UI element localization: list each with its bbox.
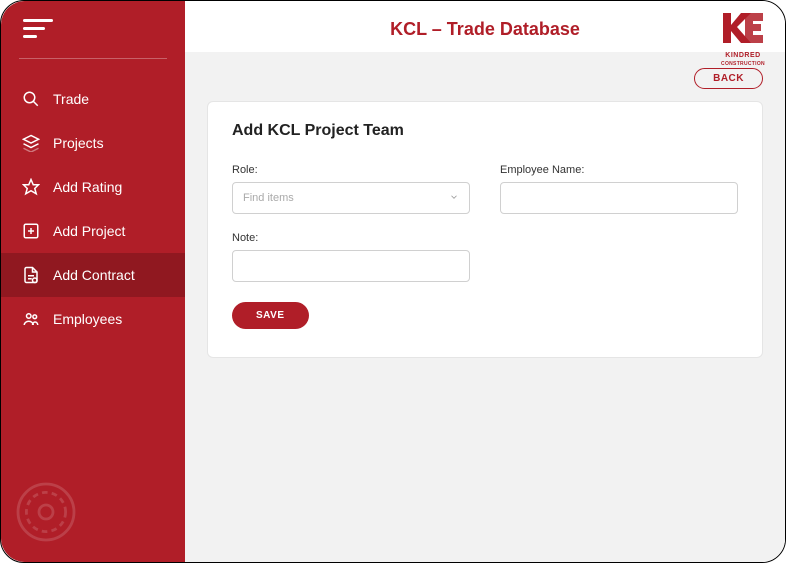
back-row: BACK bbox=[207, 68, 763, 89]
form-card: Add KCL Project Team Role: Find items Em… bbox=[207, 101, 763, 358]
app-container: Trade Projects Add Rating Add Project bbox=[0, 0, 786, 563]
sidebar-divider bbox=[19, 58, 167, 59]
note-input[interactable] bbox=[232, 250, 470, 282]
header: KCL – Trade Database KINDRED CONSTRUCTIO… bbox=[185, 1, 785, 52]
page-title: KCL – Trade Database bbox=[390, 19, 580, 40]
people-icon bbox=[21, 309, 41, 329]
card-title: Add KCL Project Team bbox=[232, 122, 738, 140]
field-role: Role: Find items bbox=[232, 164, 470, 214]
employee-name-label: Employee Name: bbox=[500, 164, 738, 176]
menu-toggle-button[interactable] bbox=[1, 1, 185, 50]
employee-name-input[interactable] bbox=[500, 182, 738, 214]
form-grid: Role: Find items Employee Name: bbox=[232, 164, 738, 282]
sidebar-item-add-rating[interactable]: Add Rating bbox=[1, 165, 185, 209]
note-label: Note: bbox=[232, 232, 470, 244]
sidebar-item-trade[interactable]: Trade bbox=[1, 77, 185, 121]
layers-icon bbox=[21, 133, 41, 153]
content-area: BACK Add KCL Project Team Role: Find ite… bbox=[185, 52, 785, 562]
star-icon bbox=[21, 177, 41, 197]
sidebar-item-label: Employees bbox=[53, 311, 122, 327]
sidebar-item-label: Add Contract bbox=[53, 267, 135, 283]
plus-square-icon bbox=[21, 221, 41, 241]
sidebar-nav: Trade Projects Add Rating Add Project bbox=[1, 77, 185, 341]
field-employee-name: Employee Name: bbox=[500, 164, 738, 214]
field-note: Note: bbox=[232, 232, 470, 282]
sidebar-item-employees[interactable]: Employees bbox=[1, 297, 185, 341]
role-placeholder: Find items bbox=[243, 192, 294, 204]
hamburger-icon bbox=[23, 19, 163, 38]
role-label: Role: bbox=[232, 164, 470, 176]
sidebar-item-label: Projects bbox=[53, 135, 104, 151]
save-button[interactable]: SAVE bbox=[232, 302, 309, 329]
sidebar-item-label: Add Project bbox=[53, 223, 125, 239]
chevron-down-icon bbox=[449, 192, 459, 205]
search-icon bbox=[21, 89, 41, 109]
sidebar: Trade Projects Add Rating Add Project bbox=[1, 1, 185, 562]
main-content: KCL – Trade Database KINDRED CONSTRUCTIO… bbox=[185, 1, 785, 562]
role-select[interactable]: Find items bbox=[232, 182, 470, 214]
back-button[interactable]: BACK bbox=[694, 68, 763, 89]
sidebar-item-projects[interactable]: Projects bbox=[1, 121, 185, 165]
document-icon bbox=[21, 265, 41, 285]
sidebar-item-label: Trade bbox=[53, 91, 89, 107]
logo-text: KINDRED bbox=[721, 52, 765, 59]
brand-logo: KINDRED CONSTRUCTION bbox=[721, 11, 765, 67]
sidebar-item-add-contract[interactable]: Add Contract bbox=[1, 253, 185, 297]
sidebar-item-add-project[interactable]: Add Project bbox=[1, 209, 185, 253]
logo-subtext: CONSTRUCTION bbox=[721, 61, 765, 67]
watermark-icon bbox=[11, 477, 81, 552]
sidebar-item-label: Add Rating bbox=[53, 179, 122, 195]
logo-icon bbox=[721, 11, 765, 45]
